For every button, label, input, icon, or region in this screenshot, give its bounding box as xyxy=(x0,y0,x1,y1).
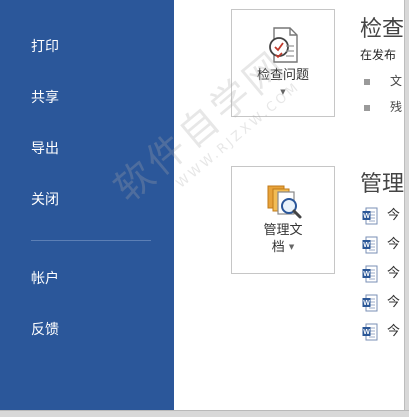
svg-text:W: W xyxy=(363,300,370,307)
nav-item-print[interactable]: 打印 xyxy=(31,33,151,61)
version-list-item[interactable]: W 今 xyxy=(362,262,400,282)
word-document-icon: W xyxy=(362,323,378,340)
manage-document-button[interactable]: 管理文 档 ▼ xyxy=(231,166,335,274)
word-document-icon: W xyxy=(362,265,378,282)
inspect-bullet-text: 文 xyxy=(390,74,403,88)
svg-text:W: W xyxy=(363,329,370,336)
svg-text:W: W xyxy=(363,271,370,278)
inspect-bullet: 文 xyxy=(364,72,402,90)
version-list-item[interactable]: W 今 xyxy=(362,204,400,224)
svg-text:W: W xyxy=(363,213,370,220)
version-list-item-text: 今 xyxy=(387,266,401,281)
bullet-square-icon xyxy=(364,104,370,111)
nav-item-close[interactable]: 关闭 xyxy=(31,186,151,214)
inspect-section-desc: 在发布 xyxy=(360,48,397,62)
inspect-bullet-text: 残 xyxy=(390,100,403,114)
word-document-icon: W xyxy=(362,207,378,224)
inspect-tile-label: 检查问题 xyxy=(256,68,309,83)
nav-item-feedback[interactable]: 反馈 xyxy=(31,316,151,344)
version-list-item-text: 今 xyxy=(387,237,401,252)
chevron-down-icon: ▼ xyxy=(280,88,286,96)
version-list-item[interactable]: W 今 xyxy=(362,233,400,253)
word-document-icon: W xyxy=(362,294,378,311)
manage-tile-label-line1: 管理文 xyxy=(263,223,303,238)
nav-divider xyxy=(31,240,151,241)
backstage-window: 打印 共享 导出 关闭 帐户 反馈 检查问题 ▼ 管理文 档 ▼ 检查 在发布 … xyxy=(0,0,409,417)
nav-item-account[interactable]: 帐户 xyxy=(31,265,151,293)
window-bottom-edge xyxy=(0,410,409,417)
version-list-item[interactable]: W 今 xyxy=(362,320,400,340)
word-document-icon: W xyxy=(362,236,378,253)
manage-tile-label-line2: 档 ▼ xyxy=(232,239,334,256)
manage-versions-icon xyxy=(267,185,302,219)
manage-section-title: 管理 xyxy=(360,172,405,197)
inspect-tile-caret: ▼ xyxy=(232,84,334,101)
chevron-down-icon: ▼ xyxy=(288,243,295,251)
nav-item-export[interactable]: 导出 xyxy=(31,135,151,163)
nav-item-share[interactable]: 共享 xyxy=(31,84,151,112)
bullet-square-icon xyxy=(364,78,370,85)
window-right-edge xyxy=(404,0,409,410)
version-list-item-text: 今 xyxy=(387,295,401,310)
svg-text:W: W xyxy=(363,242,370,249)
inspect-document-icon xyxy=(269,27,298,63)
inspect-document-button[interactable]: 检查问题 ▼ xyxy=(231,9,335,117)
inspect-bullet: 残 xyxy=(364,98,402,116)
version-list-item-text: 今 xyxy=(387,208,401,223)
backstage-nav: 打印 共享 导出 关闭 帐户 反馈 xyxy=(0,0,174,410)
manage-tile-label-line2-text: 档 xyxy=(271,240,285,255)
version-list-item[interactable]: W 今 xyxy=(362,291,400,311)
version-list-item-text: 今 xyxy=(387,324,401,339)
inspect-section-title: 检查 xyxy=(360,17,405,42)
